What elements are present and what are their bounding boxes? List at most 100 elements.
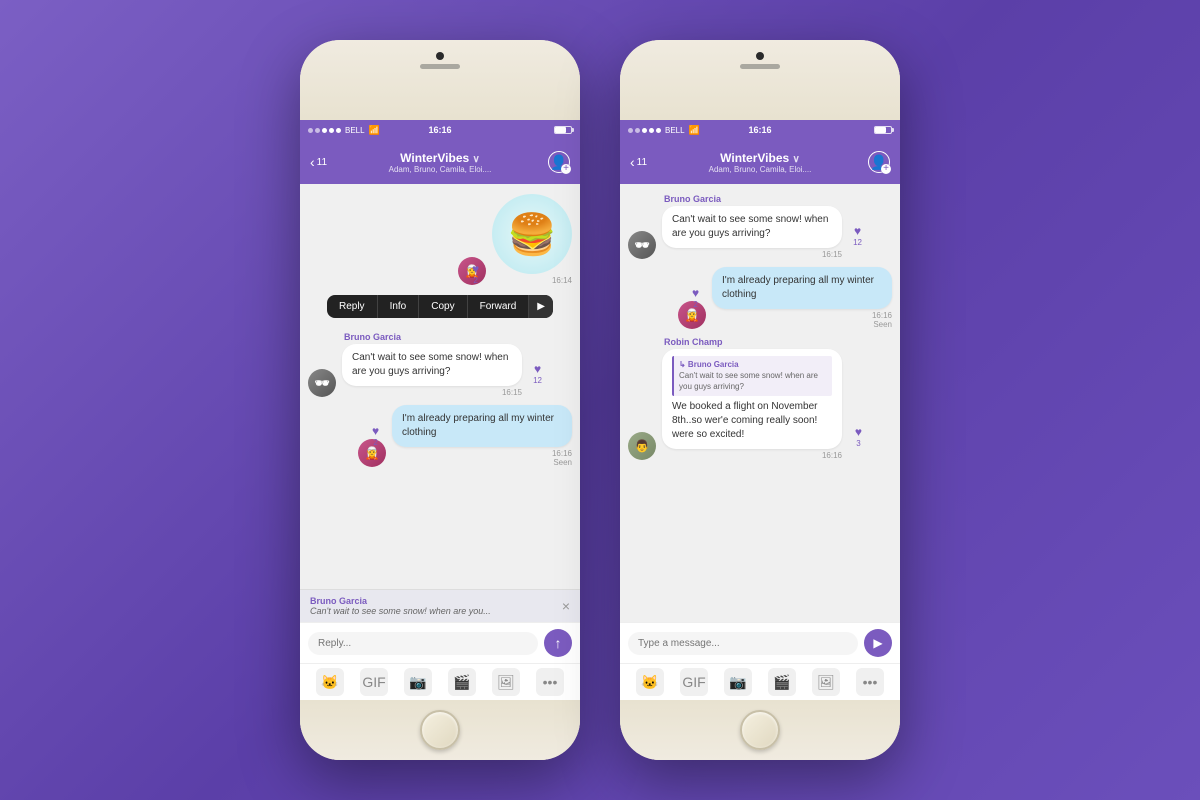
message-row-self-1: I'm already preparing all my winter clot… [308, 405, 572, 467]
nav-bar: ‹ 11 WinterVibes ∨ Adam, Bruno, Camila, … [300, 140, 580, 184]
phone2-signal-dot-2 [635, 128, 640, 133]
bruno-time: 16:15 [342, 388, 522, 397]
phone2-camera-button[interactable]: 📷 [724, 668, 752, 696]
phone2-screen: BELL 📶 16:16 ‹ 11 WinterVibes ∨ Adam, Br… [620, 120, 900, 700]
phone2-robin-bubble-container: Robin Champ ↳ Bruno Garcia Can't wait to… [662, 337, 842, 460]
phone2-add-person-icon: 👤 + [868, 151, 890, 173]
back-count: 11 [317, 157, 327, 168]
phone2-add-member-button[interactable]: 👤 + [868, 151, 890, 173]
phone2-gif-button[interactable]: GIF [680, 668, 708, 696]
phone2-dropdown-icon: ∨ [793, 154, 800, 165]
signal-dot-3 [322, 128, 327, 133]
phone2-message-row-self: I'm already preparing all my winter clot… [628, 267, 892, 329]
self-bubble-container: I'm already preparing all my winter clot… [392, 405, 572, 467]
phone-1: BELL 📶 16:16 ‹ 11 WinterVibes ∨ Adam, Br… [300, 40, 580, 760]
signal-dot-5 [336, 128, 341, 133]
reply-close-button[interactable]: × [562, 598, 570, 614]
phone2-robin-heart-count: 3 [856, 439, 860, 448]
front-camera [436, 52, 444, 60]
phone2-add-plus-icon: + [881, 164, 891, 174]
phone2-battery-fill [875, 127, 886, 133]
more-button[interactable]: ••• [536, 668, 564, 696]
signal-dot-2 [315, 128, 320, 133]
chat-subtitle: Adam, Bruno, Camila, Eloi.... [389, 165, 492, 174]
message-input[interactable] [308, 632, 538, 655]
status-bar: BELL 📶 16:16 [300, 120, 580, 140]
context-menu-wrapper: Reply Info Copy Forward ▶ [308, 295, 572, 322]
self-bubble: I'm already preparing all my winter clot… [392, 405, 572, 447]
reply-sender-name: Bruno Garcia [310, 596, 562, 606]
gallery-button[interactable]: 🖼 [492, 668, 520, 696]
emoji-sticker-button[interactable]: 🐱 [316, 668, 344, 696]
bruno-heart-icon: ♥ [534, 362, 541, 376]
phone2-bruno-heart-icon: ♥ [854, 224, 861, 238]
phone2-input-bar: ▶ [620, 622, 900, 663]
self-seen: Seen [553, 458, 572, 467]
bruno-heart-count: 12 [533, 376, 542, 385]
sticker-image: 🍔 [492, 194, 572, 274]
send-button[interactable]: ↑ [544, 629, 572, 657]
phone-bottom-bezel [300, 700, 580, 760]
forward-button[interactable]: Forward [468, 295, 530, 318]
phone2-self-heart-count: 2 [693, 300, 697, 309]
phone2-send-button[interactable]: ▶ [864, 629, 892, 657]
phone2-back-button[interactable]: ‹ 11 [630, 154, 647, 170]
phone2-message-input[interactable] [628, 632, 858, 655]
phone2-robin-sender-name: Robin Champ [662, 337, 842, 347]
battery-icon [554, 126, 572, 134]
reply-button[interactable]: Reply [327, 295, 378, 318]
input-bar: ↑ [300, 622, 580, 663]
phone2-emoji-sticker-button[interactable]: 🐱 [636, 668, 664, 696]
phone2-robin-bubble: ↳ Bruno Garcia Can't wait to see some sn… [662, 349, 842, 449]
bruno-avatar-image: 🕶 [308, 369, 336, 397]
sticker-heart-icon: ♥ [472, 262, 479, 276]
phone2-signal-area: BELL 📶 [628, 125, 700, 136]
phone2-back-count: 11 [637, 157, 647, 168]
phone2-toolbar-icons: 🐱 GIF 📷 🎬 🖼 ••• [620, 663, 900, 700]
phone2-chat-subtitle: Adam, Bruno, Camila, Eloi.... [709, 165, 812, 174]
phone2-video-button[interactable]: 🎬 [768, 668, 796, 696]
phone2-front-camera [756, 52, 764, 60]
phone2-self-bubble-wrap: I'm already preparing all my winter clot… [712, 267, 892, 329]
camera-button[interactable]: 📷 [404, 668, 432, 696]
phone2-earpiece [740, 64, 780, 69]
back-chevron-icon: ‹ [310, 154, 315, 170]
battery-fill [555, 127, 566, 133]
phone2-more-button[interactable]: ••• [856, 668, 884, 696]
phone2-robin-bubble-wrap: Robin Champ ↳ Bruno Garcia Can't wait to… [662, 337, 842, 460]
wifi-icon: 📶 [369, 125, 380, 136]
phone-screen: BELL 📶 16:16 ‹ 11 WinterVibes ∨ Adam, Br… [300, 120, 580, 700]
info-button[interactable]: Info [378, 295, 420, 318]
message-row-sticker: 🍔 16:14 ♥ 2 🧝 [308, 194, 572, 285]
phone2-nav-bar: ‹ 11 WinterVibes ∨ Adam, Bruno, Camila, … [620, 140, 900, 184]
add-member-button[interactable]: 👤 + [548, 151, 570, 173]
phone2-self-bubble-container: I'm already preparing all my winter clot… [712, 267, 892, 329]
gif-button[interactable]: GIF [360, 668, 388, 696]
phone2-signal-dot-1 [628, 128, 633, 133]
context-menu: Reply Info Copy Forward ▶ [327, 295, 553, 318]
phone2-signal-dot-3 [642, 128, 647, 133]
quote-block: ↳ Bruno Garcia Can't wait to see some sn… [672, 356, 832, 396]
phone2-home-button[interactable] [740, 710, 780, 750]
dropdown-icon: ∨ [473, 154, 480, 165]
phone2-self-seen: Seen [873, 320, 892, 329]
phone2-gallery-button[interactable]: 🖼 [812, 668, 840, 696]
phone2-robin-avatar-image: 👨 [628, 432, 656, 460]
phone2-nav-center: WinterVibes ∨ Adam, Bruno, Camila, Eloi.… [709, 151, 812, 174]
play-button[interactable]: ▶ [529, 295, 553, 318]
back-button[interactable]: ‹ 11 [310, 154, 327, 170]
bruno-bubble-container: Bruno Garcia Can't wait to see some snow… [342, 332, 522, 397]
copy-button[interactable]: Copy [419, 295, 467, 318]
phone2-status-bar: BELL 📶 16:16 [620, 120, 900, 140]
self-bubble-wrap: I'm already preparing all my winter clot… [392, 405, 572, 467]
video-button[interactable]: 🎬 [448, 668, 476, 696]
chat-area: 🍔 16:14 ♥ 2 🧝 Reply Info Copy Forw [300, 184, 580, 589]
message-row-bruno: 🕶 Bruno Garcia Can't wait to see some sn… [308, 332, 572, 397]
home-button[interactable] [420, 710, 460, 750]
self-heart-icon-1: ♥ [372, 424, 379, 438]
phone2-signal-dot-4 [649, 128, 654, 133]
phone2-self-bubble: I'm already preparing all my winter clot… [712, 267, 892, 309]
nav-center: WinterVibes ∨ Adam, Bruno, Camila, Eloi.… [389, 151, 492, 174]
reply-panel: Bruno Garcia Can't wait to see some snow… [300, 589, 580, 622]
phone2-bruno-bubble: Can't wait to see some snow! when are yo… [662, 206, 842, 248]
